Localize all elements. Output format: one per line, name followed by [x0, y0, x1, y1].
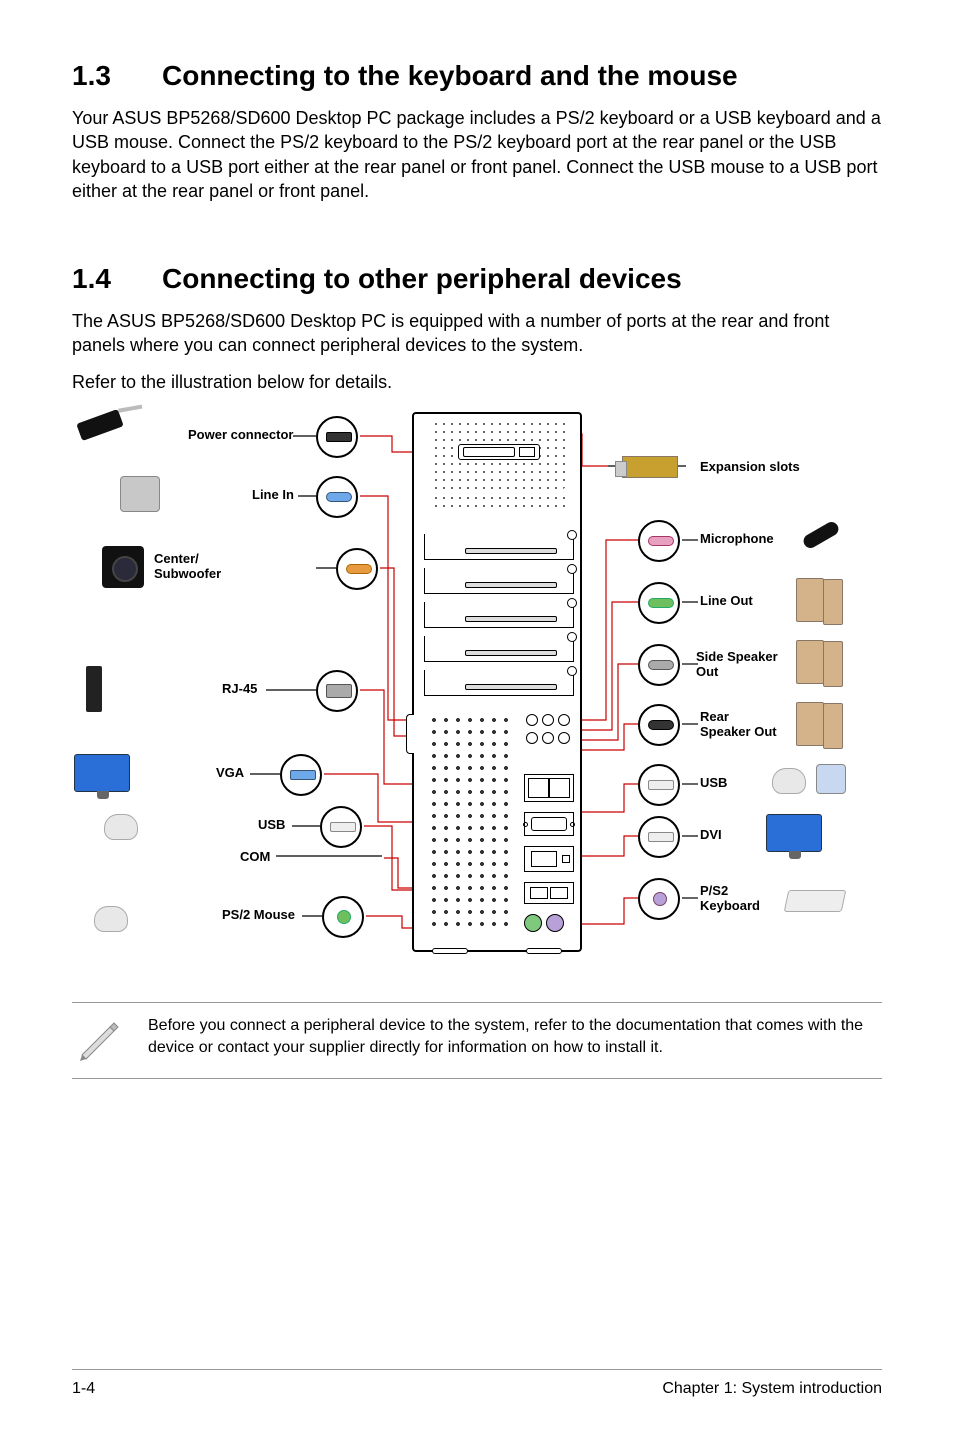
label-line-out: Line Out: [700, 594, 753, 609]
expansion-slot: [424, 568, 574, 594]
expansion-card-icon: [622, 456, 678, 478]
note-block: Before you connect a peripheral device t…: [72, 1002, 882, 1079]
subwoofer-icon: [102, 546, 144, 588]
heading-1-3: 1.3Connecting to the keyboard and the mo…: [72, 60, 882, 92]
heading-1-4-num: 1.4: [72, 263, 162, 295]
pc-tower-rear: [412, 412, 582, 952]
router-icon: [86, 666, 102, 712]
plug-usb-left: [320, 806, 362, 848]
heading-1-3-num: 1.3: [72, 60, 162, 92]
plug-side-speaker: [638, 644, 680, 686]
vent-strip: [432, 494, 566, 512]
expansion-slot: [424, 670, 574, 696]
audio-jack-cluster: [526, 714, 572, 766]
plug-usb-right: [638, 764, 680, 806]
plug-center-sub: [336, 548, 378, 590]
plug-microphone: [638, 520, 680, 562]
lan-usb-block: [524, 774, 574, 802]
label-ps2-keyboard: P/S2 Keyboard: [700, 884, 760, 914]
section-1-4-body2: Refer to the illustration below for deta…: [72, 370, 882, 394]
usb-mouse-icon-right: [772, 768, 806, 794]
chapter-label: Chapter 1: System introduction: [662, 1380, 882, 1398]
note-pen-icon: [76, 1015, 122, 1066]
expansion-slot: [424, 636, 574, 662]
label-microphone: Microphone: [700, 532, 774, 547]
section-1-3-body: Your ASUS BP5268/SD600 Desktop PC packag…: [72, 106, 882, 203]
usb-port-pair: [524, 882, 574, 904]
speakers-side-icon: [796, 640, 824, 684]
monitor-vga-icon: [74, 754, 130, 792]
ps2-ports: [522, 914, 566, 937]
power-cable-icon: [76, 409, 124, 441]
section-1-4-body1: The ASUS BP5268/SD600 Desktop PC is equi…: [72, 309, 882, 358]
label-power: Power connector: [188, 428, 293, 443]
page-footer: 1-4 Chapter 1: System introduction: [72, 1369, 882, 1398]
ps2-mouse-icon: [94, 906, 128, 932]
rear-panel-diagram: Power connector Line In Center/ Subwoofe…: [72, 412, 882, 972]
heading-1-4-title: Connecting to other peripheral devices: [162, 263, 682, 294]
line-in-device-icon: [120, 476, 160, 512]
heading-1-4: 1.4Connecting to other peripheral device…: [72, 263, 882, 295]
label-line-in: Line In: [252, 488, 294, 503]
microphone-icon: [801, 520, 841, 551]
plug-line-in: [316, 476, 358, 518]
plug-dvi: [638, 816, 680, 858]
plug-ps2-mouse: [322, 896, 364, 938]
label-center-sub: Center/ Subwoofer: [154, 552, 221, 582]
label-expansion: Expansion slots: [700, 460, 800, 475]
plug-rj45: [316, 670, 358, 712]
note-text: Before you connect a peripheral device t…: [148, 1015, 878, 1058]
label-ps2-mouse: PS/2 Mouse: [222, 908, 295, 923]
vga-port: [524, 812, 574, 836]
label-usb-right: USB: [700, 776, 727, 791]
plug-rear-speaker: [638, 704, 680, 746]
label-dvi: DVI: [700, 828, 722, 843]
label-com: COM: [240, 850, 270, 865]
plug-vga: [280, 754, 322, 796]
heading-1-3-title: Connecting to the keyboard and the mouse: [162, 60, 738, 91]
label-rear-speaker: Rear Speaker Out: [700, 710, 777, 740]
expansion-slot: [424, 602, 574, 628]
plug-line-out: [638, 582, 680, 624]
plug-power: [316, 416, 358, 458]
vent-lower: [428, 714, 512, 934]
monitor-dvi-icon: [766, 814, 822, 852]
expansion-slot: [424, 534, 574, 560]
speakers-rear-icon: [796, 702, 824, 746]
label-usb-left: USB: [258, 818, 285, 833]
plug-ps2-keyboard: [638, 878, 680, 920]
speakers-lineout-icon: [796, 578, 824, 622]
label-rj45: RJ-45: [222, 682, 257, 697]
dvi-port: [524, 846, 574, 872]
label-vga: VGA: [216, 766, 244, 781]
psu-socket: [458, 444, 540, 460]
page-number: 1-4: [72, 1380, 95, 1398]
usb-cam-icon: [816, 764, 846, 794]
usb-mouse-icon: [104, 814, 138, 840]
label-side-speaker: Side Speaker Out: [696, 650, 778, 680]
keyboard-icon: [784, 890, 847, 912]
